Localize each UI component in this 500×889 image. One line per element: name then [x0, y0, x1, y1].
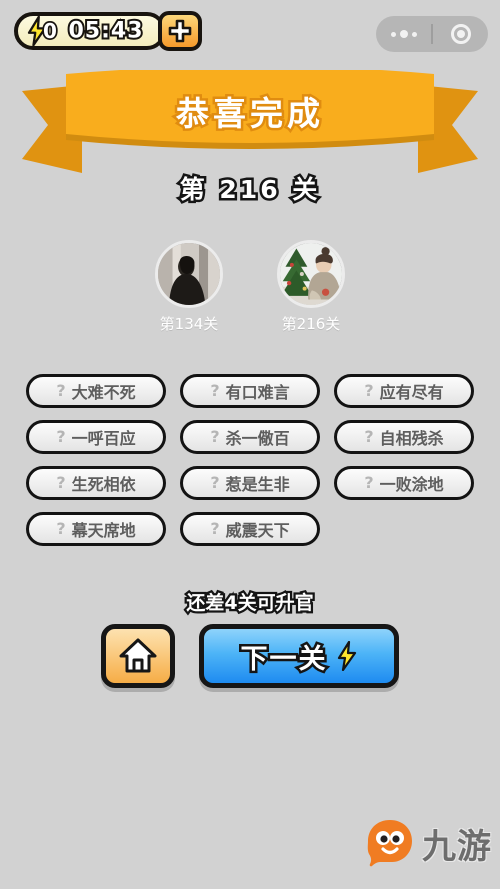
add-energy-button[interactable] [158, 11, 202, 51]
question-mark-icon: ? [56, 519, 66, 538]
answer-chip[interactable]: ? 一败涂地 [334, 466, 474, 500]
avatar [277, 240, 345, 308]
lightning-bolt-icon [337, 641, 356, 671]
answer-chip[interactable]: ? 幕天席地 [26, 512, 166, 546]
question-mark-icon: ? [210, 427, 220, 446]
question-mark-icon: ? [364, 427, 374, 446]
more-dot-middle [399, 30, 408, 38]
avatar-photo-dark-portrait [158, 243, 220, 305]
avatar-photo-christmas [280, 243, 342, 305]
top-bar: 0 05:43 [0, 0, 500, 70]
avatar-list: 第134关 第216关 [0, 240, 500, 334]
home-button[interactable] [101, 624, 175, 688]
wechat-more-button[interactable] [376, 30, 431, 38]
question-mark-icon: ? [364, 381, 374, 400]
answer-chip-label: 威震天下 [225, 521, 290, 540]
plus-icon [168, 19, 192, 43]
level-title: 第 216 关 [177, 173, 321, 207]
answer-chip[interactable]: ? 惹是生非 [180, 466, 320, 500]
answer-chip[interactable]: ? 生死相依 [26, 466, 166, 500]
target-circle-icon [450, 24, 471, 44]
next-level-button[interactable]: 下一关 [199, 624, 399, 688]
home-icon [119, 638, 157, 673]
avatar-caption: 第134关 [159, 315, 219, 333]
action-button-row: 下一关 [0, 624, 500, 688]
answer-chip[interactable]: ? 大难不死 [26, 374, 166, 408]
watermark: 九游 [364, 817, 492, 869]
question-mark-icon: ? [56, 427, 66, 446]
question-mark-icon: ? [210, 519, 220, 538]
wechat-close-button[interactable] [433, 24, 488, 44]
answer-chip-grid: ? 大难不死 ? 有口难言 ? 应有尽有 ? 一呼百应 ? 杀一儆百 ? 自相残… [26, 374, 474, 546]
more-dot-left [390, 31, 396, 37]
promotion-progress-text: 还差4关可升官 [184, 590, 316, 617]
answer-chip-label: 应有尽有 [379, 383, 444, 402]
question-mark-icon: ? [56, 381, 66, 400]
mascot-icon [367, 820, 412, 867]
next-level-label: 下一关 [238, 641, 328, 677]
question-mark-icon: ? [210, 381, 220, 400]
answer-chip[interactable]: ? 应有尽有 [334, 374, 474, 408]
avatar-caption: 第216关 [281, 315, 341, 333]
answer-chip-label: 一败涂地 [379, 475, 444, 494]
answer-chip-label: 有口难言 [225, 383, 290, 402]
countdown-timer: 05:43 [66, 17, 144, 46]
answer-chip-label: 自相残杀 [379, 429, 444, 448]
answer-chip-label: 幕天席地 [71, 521, 136, 540]
wechat-capsule [376, 16, 488, 52]
question-mark-icon: ? [56, 473, 66, 492]
answer-chip-label: 生死相依 [71, 475, 136, 494]
avatar-level-134[interactable]: 第134关 [146, 240, 232, 334]
watermark-label: 九游 [422, 826, 492, 867]
answer-chip[interactable]: ? 威震天下 [180, 512, 320, 546]
answer-chip-label: 大难不死 [71, 383, 136, 402]
more-dot-right [411, 31, 417, 37]
energy-timer-capsule: 0 05:43 [14, 12, 166, 50]
answer-chip-label: 一呼百应 [71, 429, 136, 448]
answer-chip-label: 惹是生非 [225, 475, 290, 494]
question-mark-icon: ? [364, 473, 374, 492]
target-dot [456, 30, 465, 38]
answer-chip[interactable]: ? 杀一儆百 [180, 420, 320, 454]
question-mark-icon: ? [210, 473, 220, 492]
avatar-level-216[interactable]: 第216关 [268, 240, 354, 334]
answer-chip[interactable]: ? 一呼百应 [26, 420, 166, 454]
answer-chip-label: 杀一儆百 [225, 429, 290, 448]
answer-chip[interactable]: ? 有口难言 [180, 374, 320, 408]
answer-chip[interactable]: ? 自相残杀 [334, 420, 474, 454]
avatar [155, 240, 223, 308]
congratulations-banner: 恭喜完成 [0, 63, 500, 173]
banner-title: 恭喜完成 [174, 92, 324, 136]
